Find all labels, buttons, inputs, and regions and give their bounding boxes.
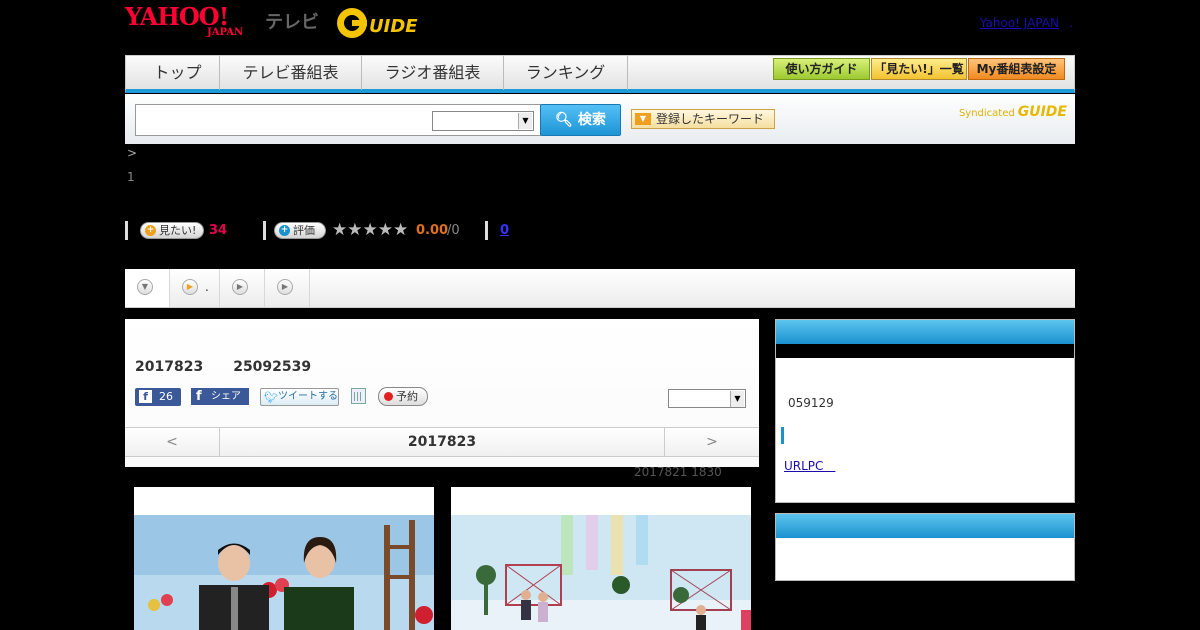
facebook-like-button[interactable]: f 26: [135, 388, 181, 406]
facebook-icon: f: [139, 390, 152, 403]
record-dot-icon: [384, 392, 393, 401]
dropdown-arrow-icon: ▼: [635, 113, 651, 125]
want-count: 34: [209, 223, 228, 238]
sidebar-box-1: 059129 URLPC: [775, 319, 1075, 503]
global-nav: トップ テレビ番組表 ラジオ番組表 ランキング 使い方ガイド 「見たい!」一覧 …: [125, 55, 1075, 93]
updated-timestamp: 2017821 1830: [634, 465, 722, 479]
sidebar-box-banner: [776, 344, 1074, 358]
content-tabbar: ▼ ▶ . ▶ ▶: [125, 269, 1075, 308]
search-button-label: 検索: [577, 112, 606, 128]
calendar-add-icon[interactable]: [351, 388, 366, 404]
sidebar-box-header: [776, 320, 1074, 344]
program-thumbnail-2[interactable]: [451, 487, 751, 630]
site-header: YAHOO! JAPAN テレビ UIDE Yahoo! JAPAN .: [125, 0, 1075, 50]
current-date: 2017823: [407, 434, 477, 450]
reserve-label: 予約: [396, 390, 418, 403]
svg-text:UIDE: UIDE: [369, 16, 418, 37]
facebook-like-count: 26: [159, 390, 173, 403]
program-thumbnail-1[interactable]: [134, 487, 434, 630]
tab-4[interactable]: ▶: [265, 269, 310, 307]
plus-icon: +: [279, 225, 290, 236]
my-schedule-settings-button[interactable]: My番組表設定: [968, 58, 1065, 80]
rate-button-label: 評価: [293, 224, 315, 237]
gguide-logo[interactable]: UIDE: [335, 6, 431, 40]
studio-hosts-image: [134, 515, 434, 630]
facebook-share-label: シェア: [211, 391, 241, 402]
broadcast-code: 25092539: [233, 359, 312, 375]
tab-2[interactable]: ▶ .: [170, 269, 220, 307]
tweet-label: ツイートする: [278, 391, 338, 402]
chevron-down-icon: ▼: [730, 391, 744, 407]
yahoo-japan-link[interactable]: Yahoo! JAPAN: [980, 16, 1059, 30]
date-navigation: < 2017823 >: [125, 427, 759, 457]
plus-icon: +: [145, 225, 156, 236]
prev-date-button[interactable]: <: [125, 428, 220, 456]
broadcast-date: 2017823: [135, 359, 204, 375]
next-date-button[interactable]: >: [664, 428, 759, 456]
want-button-label: 見たい!: [159, 224, 197, 237]
play-icon: ▶: [232, 279, 248, 295]
sidebar-box-2: [775, 513, 1075, 581]
rating-total: /0: [447, 223, 460, 238]
divider: [485, 221, 488, 240]
nav-tab-ranking[interactable]: ランキング: [504, 56, 628, 90]
syndicated-text: Syndicated: [958, 108, 1015, 119]
sidebar-box-header: [776, 514, 1074, 538]
program-subtext: 1: [127, 170, 135, 184]
play-icon: ▶: [277, 279, 293, 295]
sidebar-url-link[interactable]: URLPC: [784, 457, 835, 474]
header-dot: .: [1069, 16, 1073, 30]
syndicated-brand: GUIDE: [1017, 104, 1067, 120]
reserve-button[interactable]: 予約: [378, 387, 428, 406]
rating-value: 0.00: [416, 223, 449, 238]
sidebar-number: 059129: [788, 396, 834, 410]
twitter-bird-icon: 🐦︎: [264, 391, 278, 404]
facebook-share-button[interactable]: f シェア: [191, 388, 249, 405]
comment-count-link[interactable]: 0: [500, 223, 509, 238]
main-panel: 2017823 25092539 f 26 f シェア 🐦︎ ツイートする 予約 …: [125, 319, 759, 467]
divider: [125, 221, 128, 240]
rate-button[interactable]: + 評価: [274, 222, 326, 239]
program-actions: + 見たい! 34 + 評価 ★★★★★ 0.00 /0 0: [125, 221, 545, 241]
studio-wide-image: [451, 515, 751, 630]
want-button[interactable]: + 見たい!: [140, 222, 204, 239]
yahoo-logo[interactable]: YAHOO!: [125, 5, 229, 29]
rating-stars: ★★★★★: [332, 220, 409, 240]
want-list-button[interactable]: 「見たい!」一覧: [871, 58, 967, 80]
tab-1[interactable]: ▼: [125, 269, 170, 307]
search-category-select[interactable]: ▼: [432, 111, 534, 131]
sidebar-section-marker: [781, 427, 784, 444]
facebook-icon: f: [196, 389, 202, 404]
tweet-button[interactable]: 🐦︎ ツイートする: [260, 388, 339, 406]
region-select[interactable]: ▼: [668, 389, 746, 408]
tab-2-label: .: [205, 280, 209, 294]
breadcrumb[interactable]: >: [127, 146, 137, 160]
syndicated-badge: Syndicated GUIDE: [959, 104, 1067, 120]
search-button[interactable]: 🔍︎ 検索: [540, 104, 621, 136]
search-icon: 🔍︎: [555, 112, 578, 128]
chevron-down-icon: ▼: [518, 113, 532, 129]
chevron-down-icon: ▼: [137, 279, 153, 295]
divider: [263, 221, 266, 240]
play-icon: ▶: [182, 279, 198, 295]
tab-3[interactable]: ▶: [220, 269, 265, 307]
tv-logo-text[interactable]: テレビ: [265, 8, 319, 34]
nav-tab-radio-schedule[interactable]: ラジオ番組表: [362, 56, 504, 90]
saved-keywords-label: 登録したキーワード: [656, 112, 765, 126]
usage-guide-button[interactable]: 使い方ガイド: [773, 58, 870, 80]
broadcast-title: 2017823 25092539: [135, 359, 311, 375]
nav-tab-top[interactable]: トップ: [136, 56, 220, 90]
yahoo-japan-logo-text: JAPAN: [207, 27, 244, 38]
saved-keywords-button[interactable]: ▼ 登録したキーワード: [631, 109, 775, 129]
nav-tab-tv-schedule[interactable]: テレビ番組表: [220, 56, 362, 90]
search-bar: ▼ 🔍︎ 検索 ▼ 登録したキーワード Syndicated GUIDE: [125, 94, 1075, 144]
